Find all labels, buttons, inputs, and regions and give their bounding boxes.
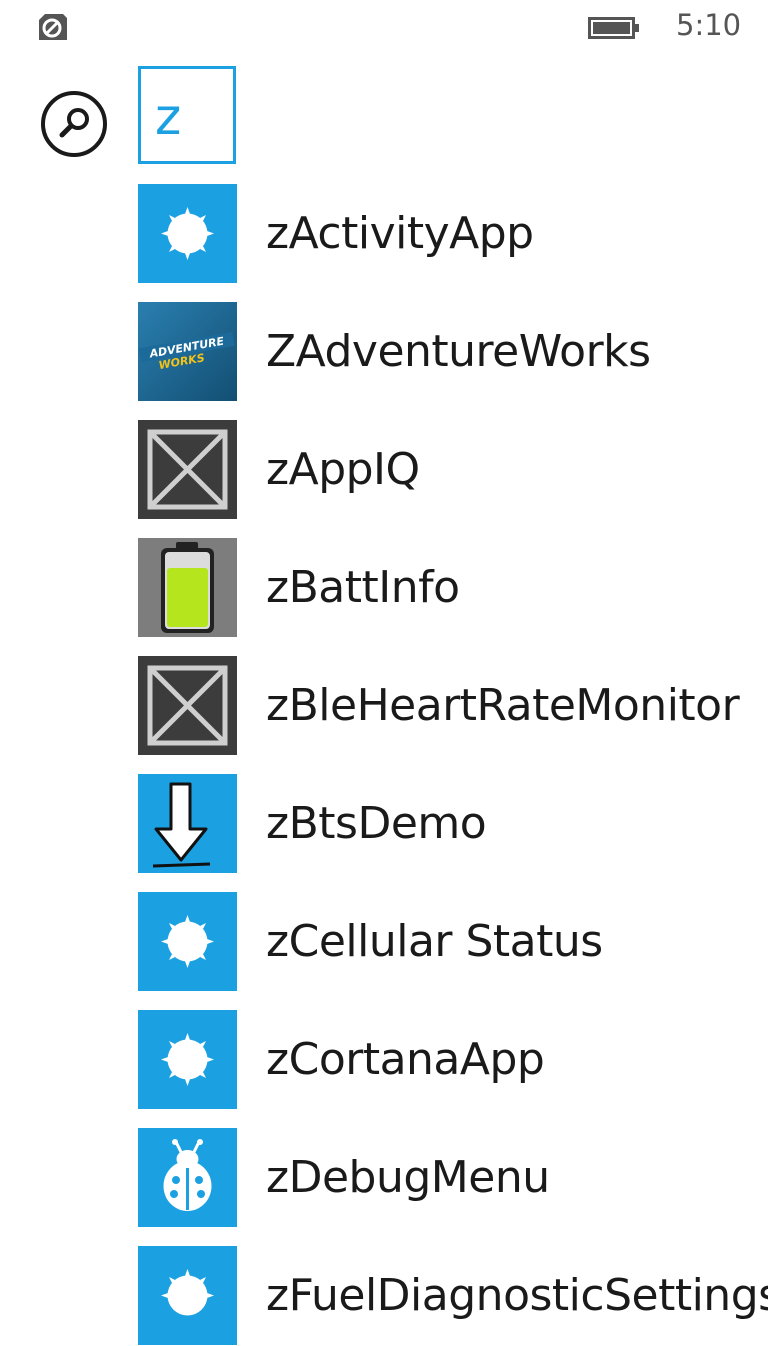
list-item-zbtsdemo[interactable]: zBtsDemo [138,774,768,874]
list-item-zbattinfo[interactable]: zBattInfo [138,538,768,638]
download-arrow-icon [138,774,237,873]
app-name: zBtsDemo [266,798,487,849]
location-tracking-icon [37,12,69,42]
search-icon[interactable] [40,90,110,160]
default-app-sun-icon [138,184,237,283]
app-name: zCellular Status [266,916,603,967]
placeholder-x-icon [138,656,237,755]
list-item-zcellular-status[interactable]: zCellular Status [138,892,768,992]
list-item-zcortanaapp[interactable]: zCortanaApp [138,1010,768,1110]
ladybug-icon [138,1128,237,1227]
app-name: zCortanaApp [266,1034,545,1085]
list-item-zadventureworks[interactable]: ADVENTURE WORKS ZAdventureWorks [138,302,768,402]
adventure-works-logo: ADVENTURE WORKS [138,302,237,401]
battery-icon [138,538,237,637]
app-name: zBattInfo [266,562,460,613]
list-item-zbleheartratemonitor[interactable]: zBleHeartRateMonitor [138,656,768,756]
app-name: zAppIQ [266,444,420,495]
list-item-zfueldiagnosticsettings[interactable]: zFuelDiagnosticSettings [138,1246,768,1346]
list-item-zappiq[interactable]: zAppIQ [138,420,768,520]
app-name: zActivityApp [266,208,534,259]
search-input-value: z [155,88,182,146]
search-input[interactable]: z [138,66,236,164]
app-name: zDebugMenu [266,1152,550,1203]
default-app-sun-icon [138,1010,237,1109]
status-bar: 5:10 [0,0,768,60]
clock: 5:10 [676,8,742,42]
list-item-zdebugmenu[interactable]: zDebugMenu [138,1128,768,1228]
placeholder-x-icon [138,420,237,519]
battery-icon [588,17,640,39]
app-name: zBleHeartRateMonitor [266,680,740,731]
default-app-sun-icon [138,892,237,991]
app-name: ZAdventureWorks [266,326,651,377]
default-app-sun-icon [138,1246,237,1345]
app-name: zFuelDiagnosticSettings [266,1270,768,1321]
list-item-zactivityapp[interactable]: zActivityApp [138,184,768,284]
